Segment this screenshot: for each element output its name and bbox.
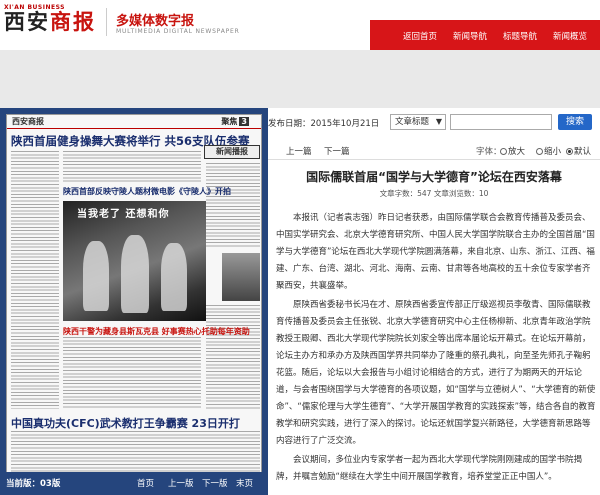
page-photo[interactable]: 当我老了 还想和你 [63, 201, 206, 321]
page-section-tag: 聚焦 3 [221, 117, 249, 126]
pager-last[interactable]: 末页 [236, 477, 253, 489]
article-title: 国际儒联首届“国学与大学德育”论坛在西安落幕 [306, 170, 562, 184]
font-default-option[interactable]: 默认 [566, 145, 591, 157]
tagline-cn: 多媒体数字报 [116, 14, 195, 29]
radio-selected-icon [566, 148, 573, 155]
text-column [63, 337, 201, 409]
pager-first[interactable]: 首页 [137, 477, 154, 489]
logo-cn-part2: 商报 [50, 9, 96, 34]
nav-home[interactable]: 返回首页 [395, 30, 445, 44]
article-paragraph: 原陕西省委秘书长冯在才、原陕西省委宣传部正厅级巡视员李敬青、国际儒联教育传播普及… [276, 300, 596, 446]
search-toolbar: 发布日期：2015年10月21日 文章标题 ▼ 搜索 [268, 108, 600, 136]
page-mini-logo: 西安商报 [12, 116, 44, 126]
radio-icon [536, 148, 543, 155]
search-field-select[interactable]: 文章标题 ▼ [390, 114, 446, 130]
font-large-option[interactable]: 放大 [500, 145, 525, 157]
prev-article-link[interactable]: 上一篇 [286, 145, 312, 157]
text-column [63, 151, 201, 183]
photo-caption: 当我老了 还想和你 [77, 209, 170, 220]
text-column [11, 151, 59, 409]
current-page-label: 当前版：03版 [6, 479, 61, 489]
search-button[interactable]: 搜索 [558, 114, 592, 130]
page-ribbon: 新闻播报 [204, 145, 260, 159]
nav-overview[interactable]: 新闻概览 [545, 30, 595, 44]
chevron-down-icon: ▼ [435, 117, 442, 126]
nav-titles[interactable]: 标题导航 [495, 30, 545, 44]
article-paragraph: 会议期间，多位业内专家学者一起为西北大学现代学院刚刚建成的国学书院揭牌，并嘱言勉… [276, 455, 583, 482]
page-headline-4[interactable]: 中国真功夫(CFC)武术教打王争霸赛 23日开打 [11, 415, 240, 431]
tagline-en: MULTIMEDIA DIGITAL NEWSPAPER [116, 28, 240, 35]
pager-next[interactable]: 下一版 [202, 477, 228, 489]
page-headline-2[interactable]: 陕西首部反映守陵人题材微电影《守陵人》开拍 [63, 186, 231, 197]
page-pager: 当前版：03版 首页 上一版 下一版 末页 [0, 472, 268, 495]
article-tools: 上一篇 下一篇 字体： 放大 缩小 默认 [268, 138, 600, 160]
article-body: 本报讯（记者袁志强）昨日记者获悉，由国际儒学联合会教育传播普及委员会、中国实学研… [276, 210, 596, 488]
pager-prev[interactable]: 上一版 [168, 477, 194, 489]
font-size-label: 字体： [476, 147, 502, 157]
next-article-link[interactable]: 下一篇 [324, 145, 350, 157]
newspaper-page-image[interactable]: 西安商报 聚焦 3 陕西首届健身操舞大赛将举行 共56支队伍参赛 新闻播报 陕西首… [6, 114, 262, 476]
search-input[interactable] [450, 114, 552, 130]
article-paragraph: 本报讯（记者袁志强）昨日记者获悉，由国际儒学联合会教育传播普及委员会、中国实学研… [276, 213, 595, 291]
font-small-option[interactable]: 缩小 [536, 145, 561, 157]
radio-icon [500, 148, 507, 155]
header-divider [106, 8, 107, 36]
site-logo[interactable]: XI'AN BUSINESS 西安商报 [4, 4, 102, 38]
text-column [206, 163, 260, 249]
article-panel: 上一篇 下一篇 字体： 放大 缩小 默认 国际儒联首届“国学与大学德育”论坛在西… [268, 138, 600, 495]
page-photo-small[interactable] [222, 253, 260, 301]
logo-cn-part1: 西安 [4, 9, 50, 34]
site-header: XI'AN BUSINESS 西安商报 多媒体数字报 MULTIMEDIA DI… [0, 0, 600, 50]
nav-news[interactable]: 新闻导航 [445, 30, 495, 44]
text-column [206, 305, 260, 409]
text-column [11, 431, 260, 473]
page-headline-3[interactable]: 陕西干警为藏身县斯瓦克县 好事赛热心托助每年资助 [63, 326, 250, 337]
article-meta: 文章字数：547 文章浏览数：10 [379, 189, 489, 198]
publish-date: 发布日期：2015年10月21日 [268, 119, 380, 129]
page-masthead: 西安商报 聚焦 3 [7, 115, 261, 129]
main-nav: 返回首页 新闻导航 标题导航 新闻概览 [395, 30, 595, 44]
header-band [0, 50, 600, 108]
page-viewer: 西安商报 聚焦 3 陕西首届健身操舞大赛将举行 共56支队伍参赛 新闻播报 陕西首… [0, 108, 268, 495]
